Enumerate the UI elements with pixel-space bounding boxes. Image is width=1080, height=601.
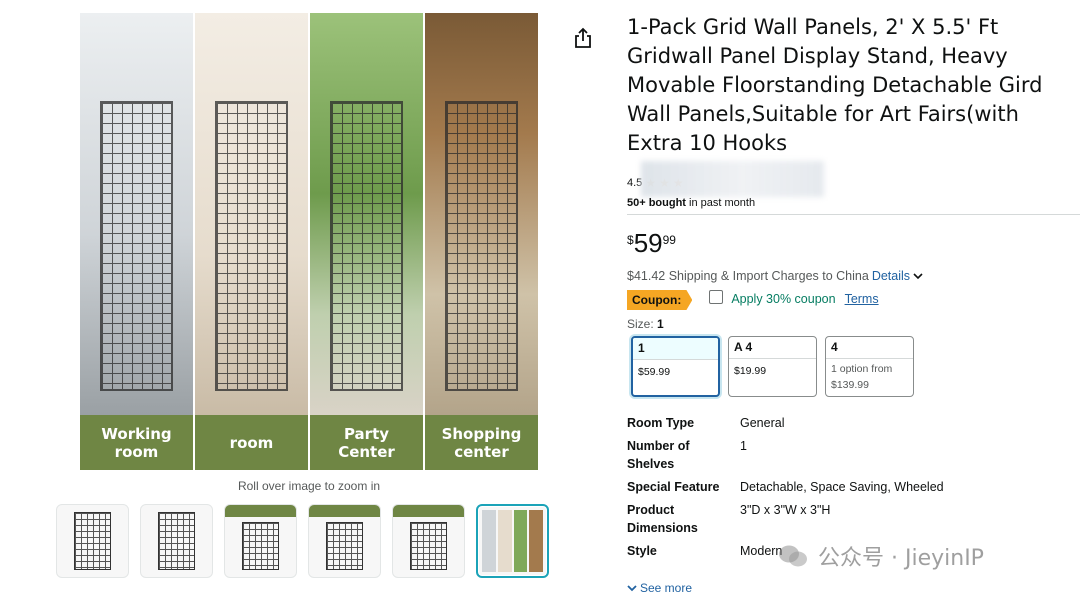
product-title: 1-Pack Grid Wall Panels, 2' X 5.5' Ft Gr… <box>627 15 1043 155</box>
thumbnail-banner <box>225 505 296 517</box>
panel-caption: Party Center <box>310 415 423 470</box>
scene-party-center <box>310 13 423 415</box>
thumbnail[interactable] <box>56 504 129 578</box>
see-more-label: See more <box>640 581 693 595</box>
thumbnail[interactable] <box>392 504 465 578</box>
spec-key: Special Feature <box>627 480 720 494</box>
size-label-text: Size: <box>627 317 654 331</box>
spec-value: Detachable, Space Saving, Wheeled <box>740 480 944 494</box>
panel-caption: room <box>195 415 308 470</box>
privacy-blur <box>641 161 824 197</box>
spec-key: Room Type <box>627 416 695 430</box>
coupon-checkbox[interactable] <box>709 290 724 304</box>
bought-suffix: in past month <box>689 197 756 209</box>
thumbnail[interactable] <box>140 504 213 578</box>
size-option-a4[interactable]: A 4 $19.99 <box>728 336 817 397</box>
price-symbol: $ <box>627 233 634 247</box>
shipping-text: $41.42 Shipping & Import Charges to Chin… <box>627 269 869 283</box>
coupon-badge: Coupon: <box>627 290 693 310</box>
gridwall-rack <box>330 101 403 391</box>
shipping-details-link[interactable]: Details <box>872 269 910 283</box>
size-option-name: 1 <box>633 338 718 360</box>
price-whole: 59 <box>633 228 663 258</box>
price-fraction: 99 <box>662 233 676 247</box>
size-option-4[interactable]: 4 1 option from $139.99 <box>825 336 914 397</box>
rating-value: 4.5 <box>627 177 643 189</box>
size-option-name: A 4 <box>729 337 816 359</box>
size-option-price: $59.99 <box>638 366 671 378</box>
size-options: 1 $59.99 A 4 $19.99 4 1 option from $139… <box>631 336 914 397</box>
gridwall-rack <box>445 101 518 391</box>
scene-shopping-center <box>425 13 538 415</box>
thumbnail-rack-image <box>158 512 195 570</box>
gridwall-rack <box>100 101 173 391</box>
size-option-name: 4 <box>826 337 913 359</box>
size-selected-value: 1 <box>657 317 664 331</box>
chevron-down-icon[interactable] <box>913 272 923 280</box>
thumbnail-rack-image <box>326 522 363 570</box>
thumbnail-banner <box>393 505 464 517</box>
size-option-price: $139.99 <box>831 379 869 391</box>
thumbnail-strip <box>56 504 549 578</box>
bought-count: 50+ bought <box>627 197 686 209</box>
spec-key: Style <box>627 544 657 558</box>
divider <box>627 214 1080 215</box>
spec-key: Number of Shelves <box>627 439 690 471</box>
spec-row: Product Dimensions 3"D x 3"W x 3"H <box>627 501 1067 542</box>
spec-value: 1 <box>740 439 747 453</box>
shipping-charges: $41.42 Shipping & Import Charges to Chin… <box>627 269 923 283</box>
price: $ 59 99 <box>627 228 676 258</box>
spec-value: General <box>740 416 785 430</box>
watermark-text: 公众号 · JieyinIP <box>818 546 984 571</box>
scene-room <box>195 13 308 415</box>
scene-working-room <box>80 13 193 415</box>
bought-in-past-month: 50+ bought in past month <box>627 197 755 209</box>
image-panel-party-center: Party Center <box>310 13 423 470</box>
size-option-detail: 1 option from $139.99 <box>826 359 913 393</box>
coupon-row: Coupon: Apply 30% coupon Terms <box>627 290 879 310</box>
thumbnail-selected[interactable] <box>476 504 549 578</box>
thumbnail-banner <box>309 505 380 517</box>
panel-caption: Shopping center <box>425 415 538 470</box>
thumbnail-rack-image <box>242 522 279 570</box>
gridwall-rack <box>215 101 288 391</box>
thumbnail[interactable] <box>224 504 297 578</box>
image-panel-room: room <box>195 13 308 470</box>
wechat-icon <box>779 545 807 567</box>
spec-row: Room Type General <box>627 414 1067 437</box>
size-label: Size: 1 <box>627 317 664 331</box>
chevron-down-icon <box>627 585 637 592</box>
thumbnail[interactable] <box>308 504 381 578</box>
thumbnail-collage <box>482 510 543 572</box>
panel-caption: Working room <box>80 415 193 470</box>
image-panel-shopping-center: Shopping center <box>425 13 538 470</box>
size-option-price: $19.99 <box>734 365 767 377</box>
spec-value: 3"D x 3"W x 3"H <box>740 503 831 517</box>
coupon-apply-label[interactable]: Apply 30% coupon <box>731 292 835 306</box>
coupon-terms-link[interactable]: Terms <box>845 292 879 306</box>
main-product-image[interactable]: Working room room Party Center Shopping … <box>80 13 538 470</box>
see-more-link[interactable]: See more <box>627 581 692 595</box>
spec-row: Special Feature Detachable, Space Saving… <box>627 478 1067 501</box>
image-panel-working-room: Working room <box>80 13 193 470</box>
share-icon[interactable] <box>573 27 593 49</box>
spec-key: Product Dimensions <box>627 503 698 535</box>
zoom-hint: Roll over image to zoom in <box>237 479 381 493</box>
size-option-availability: 1 option from <box>831 363 893 375</box>
watermark: 公众号 · JieyinIP <box>778 540 984 572</box>
thumbnail-rack-image <box>410 522 447 570</box>
size-option-1[interactable]: 1 $59.99 <box>631 336 720 397</box>
thumbnail-rack-image <box>74 512 111 570</box>
spec-row: Number of Shelves 1 <box>627 437 1067 478</box>
